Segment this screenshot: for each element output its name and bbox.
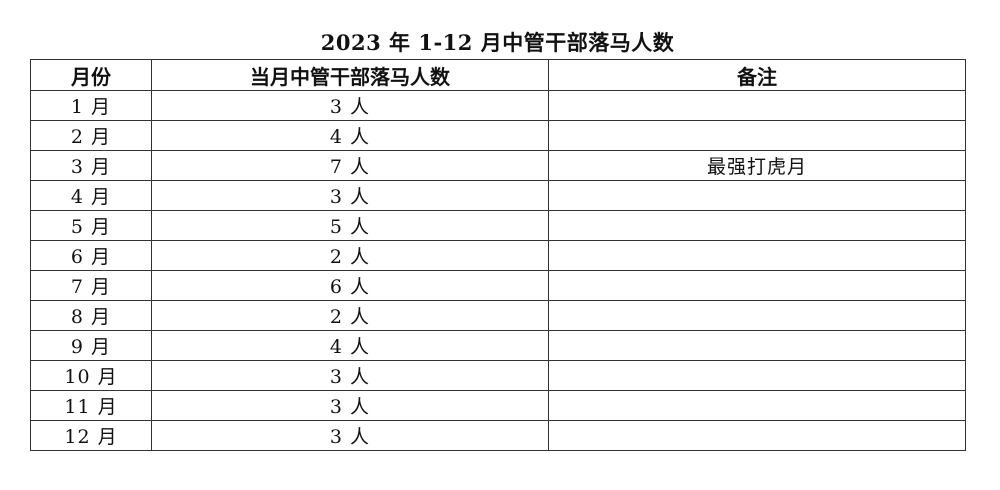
note-cell xyxy=(548,120,966,151)
table-row: 8 月 2 人 xyxy=(30,300,966,331)
header-note: 备注 xyxy=(548,59,966,91)
table-row: 10 月 3 人 xyxy=(30,360,966,391)
month-cell: 8 月 xyxy=(30,300,152,331)
table-header-row: 月份 当月中管干部落马人数 备注 xyxy=(30,59,966,91)
count-cell: 3 人 xyxy=(151,390,549,421)
note-cell xyxy=(548,420,966,451)
table-row: 5 月 5 人 xyxy=(30,210,966,241)
table-row: 1 月 3 人 xyxy=(30,90,966,121)
note-cell xyxy=(548,210,966,241)
note-cell: 最强打虎月 xyxy=(548,150,966,181)
table-row: 2 月 4 人 xyxy=(30,120,966,151)
count-cell: 4 人 xyxy=(151,330,549,361)
note-cell xyxy=(548,270,966,301)
month-cell: 1 月 xyxy=(30,90,152,121)
count-cell: 4 人 xyxy=(151,120,549,151)
count-cell: 2 人 xyxy=(151,240,549,271)
note-cell xyxy=(548,390,966,421)
note-cell xyxy=(548,90,966,121)
count-cell: 5 人 xyxy=(151,210,549,241)
month-cell: 3 月 xyxy=(30,150,152,181)
month-cell: 2 月 xyxy=(30,120,152,151)
note-cell xyxy=(548,360,966,391)
note-cell xyxy=(548,300,966,331)
count-cell: 3 人 xyxy=(151,90,549,121)
header-count: 当月中管干部落马人数 xyxy=(151,59,549,91)
table-row: 6 月 2 人 xyxy=(30,240,966,271)
note-cell xyxy=(548,180,966,211)
count-cell: 3 人 xyxy=(151,180,549,211)
note-cell xyxy=(548,330,966,361)
month-cell: 5 月 xyxy=(30,210,152,241)
month-cell: 7 月 xyxy=(30,270,152,301)
data-table: 月份 当月中管干部落马人数 备注 1 月 3 人 2 月 4 人 3 月 7 人… xyxy=(30,59,966,451)
table-title: 2023 年 1-12 月中管干部落马人数 xyxy=(320,30,675,55)
count-cell: 2 人 xyxy=(151,300,549,331)
month-cell: 6 月 xyxy=(30,240,152,271)
count-cell: 6 人 xyxy=(151,270,549,301)
table-row: 9 月 4 人 xyxy=(30,330,966,361)
month-cell: 4 月 xyxy=(30,180,152,211)
table-row: 12 月 3 人 xyxy=(30,420,966,451)
table-row: 3 月 7 人 最强打虎月 xyxy=(30,150,966,181)
table-row: 7 月 6 人 xyxy=(30,270,966,301)
month-cell: 10 月 xyxy=(30,360,152,391)
header-month: 月份 xyxy=(30,59,152,91)
note-cell xyxy=(548,240,966,271)
table-row: 4 月 3 人 xyxy=(30,180,966,211)
month-cell: 9 月 xyxy=(30,330,152,361)
count-cell: 3 人 xyxy=(151,420,549,451)
month-cell: 12 月 xyxy=(30,420,152,451)
table-row: 11 月 3 人 xyxy=(30,390,966,421)
month-cell: 11 月 xyxy=(30,390,152,421)
count-cell: 7 人 xyxy=(151,150,549,181)
count-cell: 3 人 xyxy=(151,360,549,391)
